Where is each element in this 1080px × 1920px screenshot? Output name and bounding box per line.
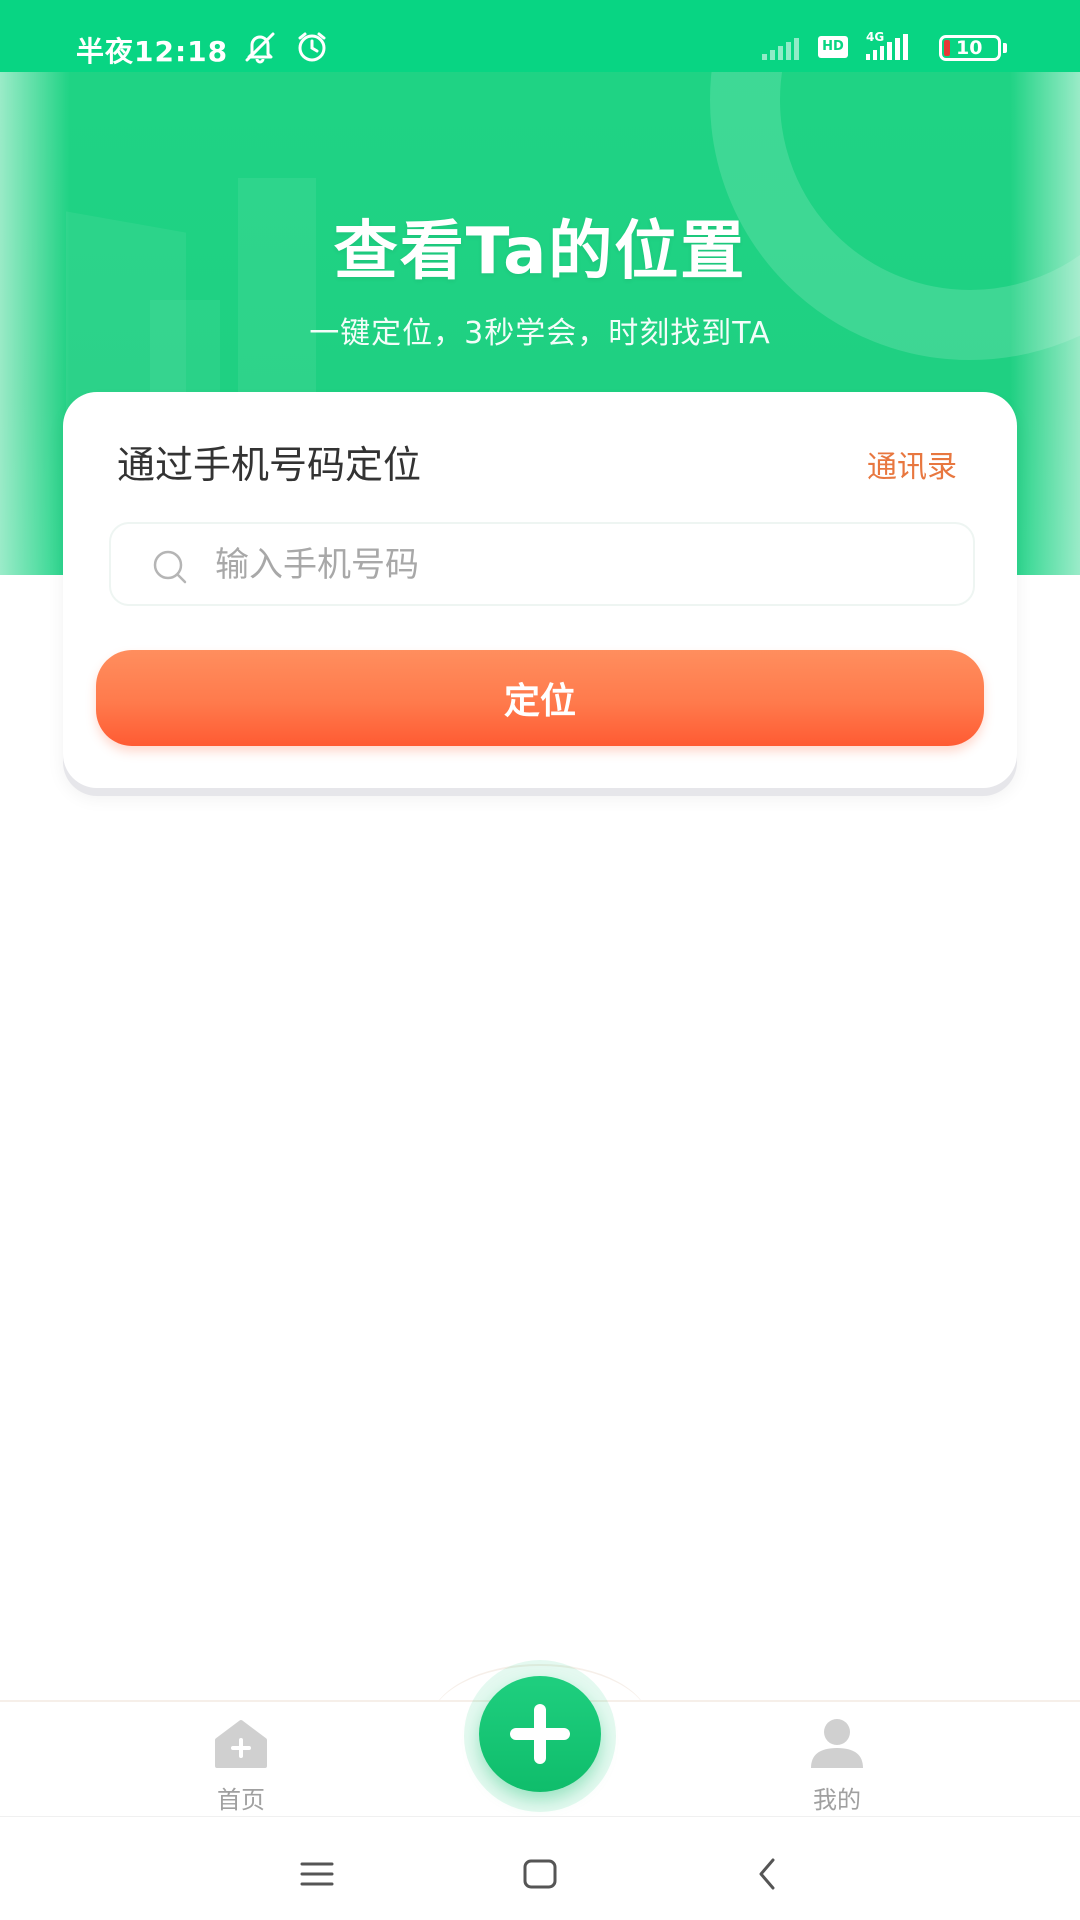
contacts-link[interactable]: 通讯录 (867, 442, 957, 486)
alarm-icon (298, 32, 326, 62)
card-title: 通过手机号码定位 (117, 443, 422, 487)
nav-item-mine[interactable]: 我的 (762, 1712, 912, 1814)
system-nav-bar (0, 1816, 1080, 1920)
battery-level: 10 (956, 37, 983, 59)
4g-signal-icon (866, 34, 908, 60)
back-icon[interactable] (743, 1849, 793, 1899)
add-fab-button[interactable] (479, 1676, 601, 1792)
status-time: 半夜12:18 (76, 35, 229, 68)
battery-icon: 10 (939, 35, 1001, 61)
app-root: 半夜12:18 HD 4G 10 查看Ta的位置 一键定位，3秒学会，时刻找到T… (0, 0, 1080, 1920)
nav-label-mine: 我的 (813, 1786, 861, 1814)
locate-button[interactable]: 定位 (96, 650, 984, 746)
nav-item-home[interactable]: 首页 (166, 1712, 316, 1814)
phone-search-box[interactable] (109, 522, 975, 606)
signal-icon (762, 34, 799, 60)
menu-icon[interactable] (292, 1849, 342, 1899)
battery-fill (944, 40, 950, 56)
home-icon (215, 1720, 267, 1768)
status-bar: 半夜12:18 HD 4G 10 (0, 0, 1080, 72)
nav-label-home: 首页 (217, 1786, 265, 1814)
search-icon (153, 550, 187, 584)
hd-icon: HD (818, 36, 848, 58)
mute-icon (245, 32, 275, 64)
battery-tip (1003, 43, 1007, 53)
hero-subtitle: 一键定位，3秒学会，时刻找到TA (309, 316, 771, 351)
hero-title: 查看Ta的位置 (333, 215, 747, 289)
person-icon (811, 1719, 863, 1768)
locate-card: 通过手机号码定位 通讯录 定位 (63, 392, 1017, 788)
home-square-icon[interactable] (515, 1849, 565, 1899)
phone-number-input[interactable] (215, 538, 935, 592)
